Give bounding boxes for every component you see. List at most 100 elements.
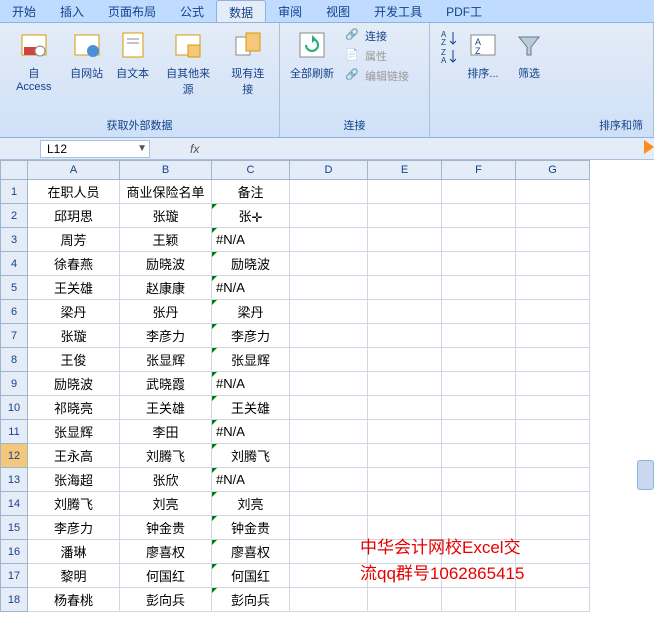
cell[interactable]: 张丹 — [120, 300, 212, 324]
cell[interactable]: 王关雄 — [212, 396, 290, 420]
cell[interactable] — [368, 204, 442, 228]
cell[interactable] — [442, 540, 516, 564]
cell[interactable]: 李田 — [120, 420, 212, 444]
cell[interactable] — [368, 276, 442, 300]
row-header[interactable]: 12 — [0, 444, 28, 468]
cell[interactable] — [368, 300, 442, 324]
column-header[interactable]: E — [368, 160, 442, 180]
cell[interactable] — [290, 516, 368, 540]
cell[interactable] — [368, 420, 442, 444]
cell[interactable]: 在职人员 — [28, 180, 120, 204]
row-header[interactable]: 16 — [0, 540, 28, 564]
fx-icon[interactable]: fx — [190, 142, 199, 156]
cell[interactable] — [368, 372, 442, 396]
cell[interactable]: 王俊 — [28, 348, 120, 372]
cell[interactable]: 王颖 — [120, 228, 212, 252]
row-header[interactable]: 3 — [0, 228, 28, 252]
cell[interactable] — [442, 228, 516, 252]
cell[interactable] — [290, 372, 368, 396]
name-box[interactable]: L12 ▼ — [40, 140, 150, 158]
cell[interactable]: 励晓波 — [28, 372, 120, 396]
cell[interactable] — [290, 540, 368, 564]
cell[interactable] — [368, 588, 442, 612]
cell[interactable] — [442, 492, 516, 516]
properties-button[interactable]: 📄属性 — [342, 47, 412, 65]
cell[interactable] — [368, 540, 442, 564]
cell[interactable]: 刘亮 — [212, 492, 290, 516]
cell[interactable] — [368, 180, 442, 204]
cell[interactable]: 张璇 — [28, 324, 120, 348]
cell[interactable] — [290, 420, 368, 444]
cell[interactable] — [290, 276, 368, 300]
cell[interactable]: 潘琳 — [28, 540, 120, 564]
cell[interactable]: 张海超 — [28, 468, 120, 492]
name-box-dropdown-icon[interactable]: ▼ — [137, 143, 147, 154]
cell[interactable]: 何国红 — [120, 564, 212, 588]
cell[interactable] — [290, 492, 368, 516]
cell[interactable]: 张显辉 — [28, 420, 120, 444]
existing-conn-button[interactable]: 现有连接 — [223, 27, 273, 99]
cell[interactable] — [290, 300, 368, 324]
cell[interactable] — [516, 492, 590, 516]
cell[interactable] — [442, 420, 516, 444]
from-web-button[interactable]: 自网站 — [66, 27, 108, 83]
cell[interactable]: 梁丹 — [212, 300, 290, 324]
cell[interactable]: 杨春桃 — [28, 588, 120, 612]
cell[interactable] — [516, 444, 590, 468]
cell[interactable]: 梁丹 — [28, 300, 120, 324]
cell[interactable] — [442, 444, 516, 468]
cell[interactable] — [368, 348, 442, 372]
cell[interactable]: 商业保险名单 — [120, 180, 212, 204]
cell[interactable]: 赵康康 — [120, 276, 212, 300]
from-other-button[interactable]: 自其他来源 — [158, 27, 219, 99]
cell[interactable]: 励晓波 — [212, 252, 290, 276]
cell[interactable]: 王关雄 — [28, 276, 120, 300]
row-header[interactable]: 11 — [0, 420, 28, 444]
cell[interactable]: 钟金贵 — [120, 516, 212, 540]
tab-home[interactable]: 开始 — [0, 0, 48, 22]
cell[interactable] — [442, 324, 516, 348]
column-header[interactable]: F — [442, 160, 516, 180]
sort-button[interactable]: AZ 排序... — [462, 27, 504, 83]
cell[interactable] — [368, 396, 442, 420]
row-header[interactable]: 13 — [0, 468, 28, 492]
cell[interactable] — [516, 348, 590, 372]
cell[interactable] — [368, 228, 442, 252]
cell[interactable] — [290, 348, 368, 372]
cell[interactable] — [290, 252, 368, 276]
cell[interactable]: 李彦力 — [28, 516, 120, 540]
cell[interactable]: 徐春燕 — [28, 252, 120, 276]
cell[interactable] — [290, 588, 368, 612]
tab-formula[interactable]: 公式 — [168, 0, 216, 22]
cell[interactable]: 励晓波 — [120, 252, 212, 276]
row-header[interactable]: 4 — [0, 252, 28, 276]
cell[interactable] — [516, 180, 590, 204]
cell[interactable] — [368, 444, 442, 468]
cell[interactable]: 张璇 — [120, 204, 212, 228]
cell[interactable] — [516, 516, 590, 540]
cell[interactable]: #N/A — [212, 372, 290, 396]
cell[interactable] — [368, 492, 442, 516]
cell[interactable]: 张✛ — [212, 204, 290, 228]
cell[interactable]: 黎明 — [28, 564, 120, 588]
cell[interactable] — [442, 204, 516, 228]
cell[interactable]: 彭向兵 — [120, 588, 212, 612]
from-access-button[interactable]: 自 Access — [6, 27, 62, 95]
cell[interactable] — [516, 300, 590, 324]
cell[interactable]: 刘亮 — [120, 492, 212, 516]
sort-desc-button[interactable]: ZA — [436, 45, 458, 63]
cell[interactable] — [368, 252, 442, 276]
cell[interactable] — [442, 252, 516, 276]
cell[interactable]: 备注 — [212, 180, 290, 204]
cell[interactable] — [442, 276, 516, 300]
cell[interactable] — [516, 276, 590, 300]
cell[interactable]: #N/A — [212, 420, 290, 444]
cell[interactable] — [368, 516, 442, 540]
row-header[interactable]: 15 — [0, 516, 28, 540]
cell[interactable] — [442, 468, 516, 492]
cell[interactable]: 廖喜权 — [120, 540, 212, 564]
row-header[interactable]: 7 — [0, 324, 28, 348]
column-header[interactable]: D — [290, 160, 368, 180]
edit-links-button[interactable]: 🔗编辑链接 — [342, 67, 412, 85]
cell[interactable]: 何国红 — [212, 564, 290, 588]
